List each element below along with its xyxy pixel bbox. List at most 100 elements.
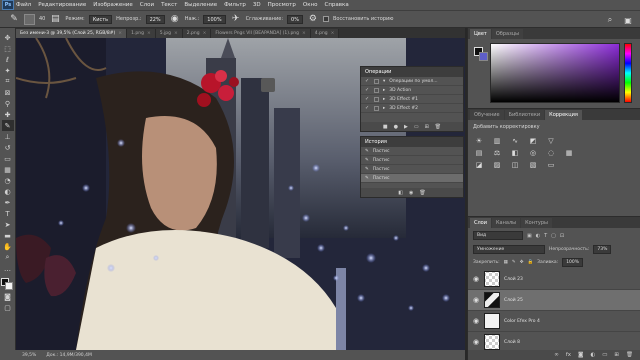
tab-doc-2[interactable]: 5.jpg × [155,29,183,38]
layer-name[interactable]: Слой 8 [504,340,520,345]
tab-learn[interactable]: Обучение [470,110,504,120]
menu-type[interactable]: Текст [161,2,177,8]
chevron-right-icon[interactable]: ▸ [383,88,385,93]
action-row[interactable]: ✓ ▾ Операции по умол... [361,77,463,86]
layer-row[interactable]: ◉ Слой 23 [468,269,640,290]
history-row[interactable]: ✎ Пастис [361,165,463,174]
menu-select[interactable]: Выделение [184,2,217,8]
layer-kind-select[interactable]: Вид [473,231,523,240]
hue-slider[interactable] [624,43,632,103]
close-icon[interactable]: × [147,31,151,36]
lock-all-icon[interactable]: 🔒 [527,260,533,265]
history-row[interactable]: ✎ Пастис [361,174,463,183]
tab-adjustments[interactable]: Коррекция [545,110,582,120]
tab-layers[interactable]: Слои [470,218,491,228]
crop-tool-icon[interactable]: ⌗ [2,76,14,87]
airbrush-icon[interactable]: ✈ [230,13,242,25]
tab-doc-main[interactable]: Без имени-3 @ 39,5% (Слой 25, RGB/8#) × [16,29,128,38]
color-picker-field[interactable] [490,43,620,103]
folder-icon[interactable]: ▭ [414,124,419,130]
trash-icon[interactable]: 🗑 [626,352,633,358]
frame-tool-icon[interactable]: ⊠ [2,87,14,98]
color-lookup-icon[interactable]: ▦ [564,148,574,157]
tab-swatches[interactable]: Образцы [491,29,524,39]
lasso-tool-icon[interactable]: ℓ [2,54,14,65]
background-color-swatch[interactable] [5,282,13,290]
quick-mask-icon[interactable]: ◙ [2,291,14,302]
brush-preset-picker[interactable] [24,13,35,25]
gradient-map-icon[interactable]: ▭ [546,160,556,169]
new-layer-icon[interactable]: ⊞ [614,352,619,358]
layer-row[interactable]: ◉ Color Efex Pro 4 [468,311,640,332]
photoshop-logo[interactable]: Ps [0,0,16,10]
toggle-box[interactable] [374,105,379,111]
curves-icon[interactable]: ∿ [510,136,520,145]
mode-select[interactable]: Кисть [88,14,113,24]
camera-icon[interactable]: ◉ [409,190,413,196]
play-icon[interactable]: ▶ [404,124,408,130]
link-icon[interactable]: ∞ [554,352,559,358]
check-icon[interactable]: ✓ [365,78,370,84]
tab-doc-5[interactable]: 4.png × [310,29,340,38]
layer-name[interactable]: Слой 25 [504,298,523,303]
action-row[interactable]: ✓ ▸ 3D Action [361,86,463,95]
action-row[interactable]: ✓ ▸ 3D Effect #2 [361,104,463,113]
close-icon[interactable]: × [302,31,306,36]
tab-doc-3[interactable]: 2.png × [182,29,212,38]
trash-icon[interactable]: 🗑 [435,124,441,130]
color-swatches[interactable] [1,278,14,291]
layer-name[interactable]: Color Efex Pro 4 [504,319,540,324]
vibrance-icon[interactable]: ▽ [546,136,556,145]
shape-tool-icon[interactable]: ▬ [2,230,14,241]
mask-icon[interactable]: ◙ [578,352,583,358]
tab-doc-4[interactable]: Flowers Pngs VII [BEAPANDA] (1).png × [211,29,311,38]
toggle-box[interactable] [374,96,379,102]
close-icon[interactable]: × [118,31,122,36]
filter-pixel-icon[interactable]: ▣ [527,233,532,239]
stamp-tool-icon[interactable]: ⊥ [2,131,14,142]
flow-field[interactable]: 100% [203,14,226,24]
lock-move-icon[interactable]: ✥ [520,260,524,265]
toggle-box[interactable] [374,78,379,84]
brush-tool-icon[interactable]: ✎ [8,13,20,25]
hand-tool-icon[interactable]: ✋ [2,241,14,252]
exposure-icon[interactable]: ◩ [528,136,538,145]
invert-icon[interactable]: ◪ [474,160,484,169]
chevron-right-icon[interactable]: ▸ [383,97,385,102]
history-brush-tool-icon[interactable]: ↺ [2,142,14,153]
posterize-icon[interactable]: ▨ [492,160,502,169]
menu-image[interactable]: Изображение [93,2,133,8]
restore-history-checkbox[interactable] [322,16,329,22]
type-tool-icon[interactable]: T [2,208,14,219]
layer-name[interactable]: Слой 23 [504,277,523,282]
channel-mixer-icon[interactable]: ◌ [546,148,556,157]
filter-smart-icon[interactable]: ⊡ [560,233,564,239]
brightness-icon[interactable]: ☀ [474,136,484,145]
eraser-tool-icon[interactable]: ▭ [2,153,14,164]
check-icon[interactable]: ✓ [365,105,370,111]
adjustment-layer-icon[interactable]: ◐ [590,352,595,358]
dodge-tool-icon[interactable]: ◐ [2,186,14,197]
tab-channels[interactable]: Каналы [492,218,521,228]
color-balance-icon[interactable]: ⚖ [492,148,502,157]
blur-tool-icon[interactable]: ◔ [2,175,14,186]
opacity-field[interactable]: 22% [145,14,165,24]
background-color-swatch[interactable] [479,52,488,61]
close-icon[interactable]: × [174,31,178,36]
pen-tool-icon[interactable]: ✒ [2,197,14,208]
tab-paths[interactable]: Контуры [521,218,552,228]
check-icon[interactable]: ✓ [365,96,370,102]
pressure-opacity-icon[interactable]: ◉ [169,13,181,25]
menu-window[interactable]: Окно [303,2,318,8]
trash-icon[interactable]: 🗑 [419,190,425,196]
path-select-tool-icon[interactable]: ➤ [2,219,14,230]
filter-shape-icon[interactable]: ▢ [551,233,556,239]
record-icon[interactable]: ● [394,124,398,130]
search-icon[interactable]: ⌕ [604,14,616,26]
fx-icon[interactable]: fx [566,352,571,358]
smoothing-gear-icon[interactable]: ⚙ [307,13,319,25]
eye-icon[interactable]: ◉ [472,296,480,304]
tab-libraries[interactable]: Библиотеки [504,110,545,120]
eyedropper-tool-icon[interactable]: ⚲ [2,98,14,109]
doc-size-readout[interactable]: Док.: 14,9М/390,4М [46,353,92,358]
